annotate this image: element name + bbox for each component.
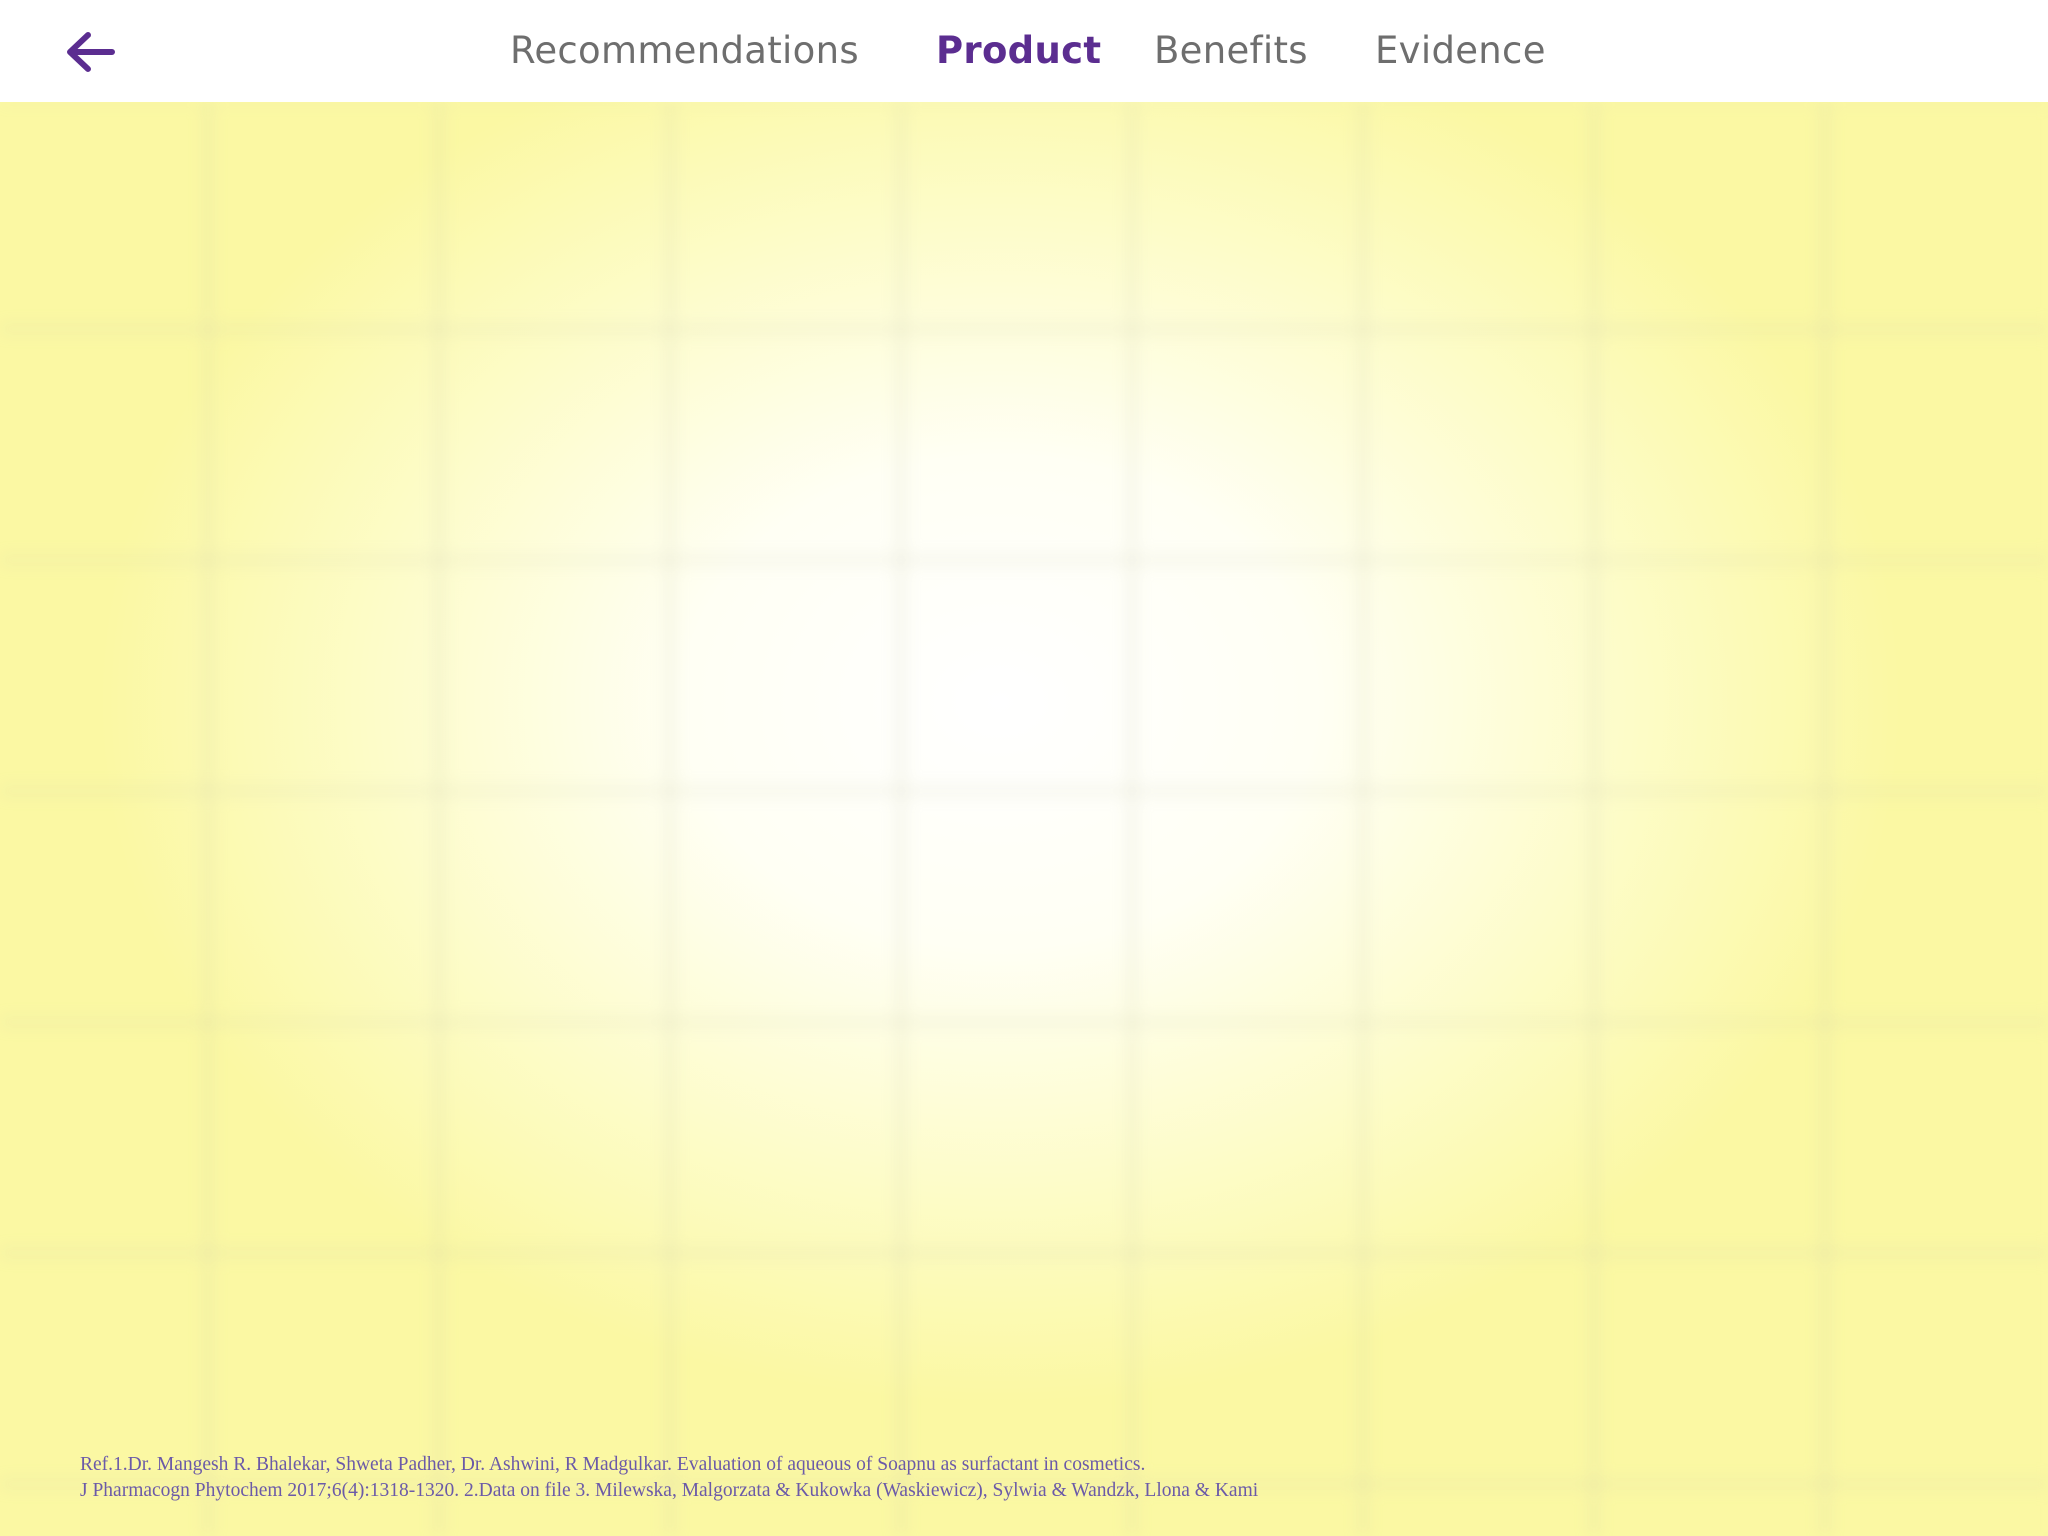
reference-line: Ref.1.Dr. Mangesh R. Bhalekar, Shweta Pa… xyxy=(80,1454,1146,1475)
main-content-area xyxy=(0,102,2048,1536)
reference-line: J Pharmacogn Phytochem 2017;6(4):1318-13… xyxy=(80,1480,1259,1501)
tab-bar: Recommendations Product Benefits Evidenc… xyxy=(0,0,2048,102)
tab-benefits[interactable]: Benefits xyxy=(1154,26,1308,76)
top-navigation-bar: Recommendations Product Benefits Evidenc… xyxy=(0,0,2048,102)
tab-product[interactable]: Product xyxy=(936,26,1101,76)
tab-evidence[interactable]: Evidence xyxy=(1375,26,1546,76)
references-footnote: Ref.1.Dr. Mangesh R. Bhalekar, Shweta Pa… xyxy=(80,1452,1980,1504)
tab-recommendations[interactable]: Recommendations xyxy=(510,26,859,76)
background-tile-pattern xyxy=(0,102,2048,1536)
